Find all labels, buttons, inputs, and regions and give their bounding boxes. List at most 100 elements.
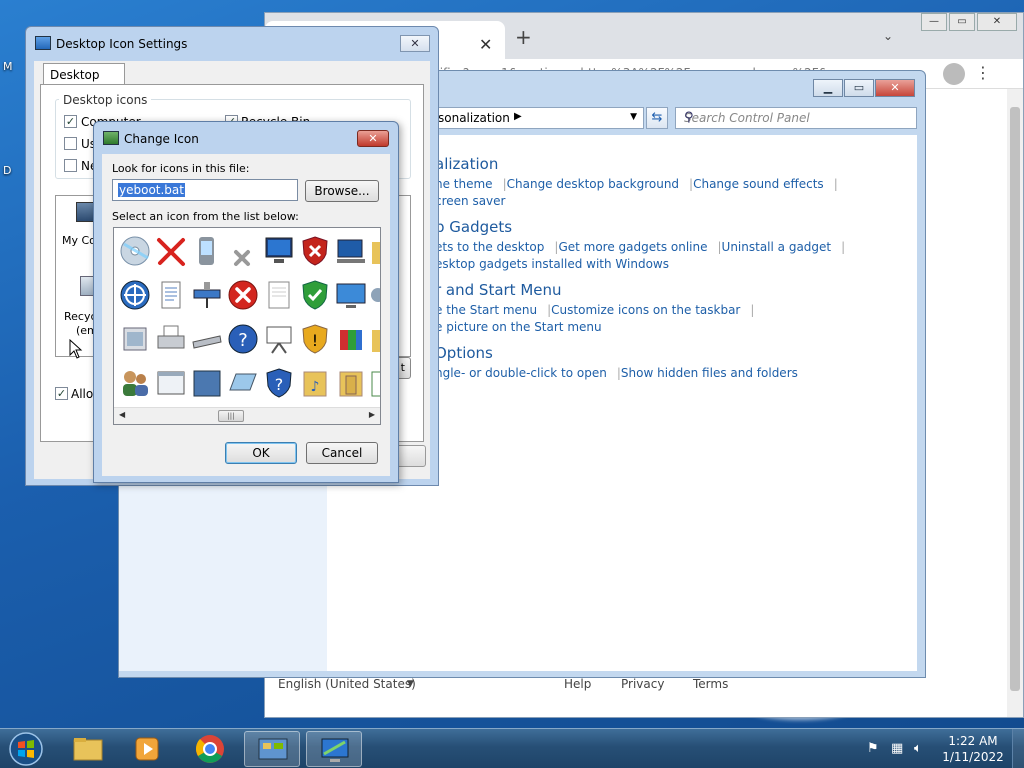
chevron-down-icon[interactable]: ▼ bbox=[407, 679, 414, 689]
navigation-icon[interactable] bbox=[118, 278, 152, 312]
minimize-icon[interactable]: ▁ bbox=[813, 79, 843, 97]
user-files-checkbox[interactable] bbox=[64, 137, 77, 150]
help-icon[interactable]: ? bbox=[226, 322, 260, 356]
browse-button[interactable]: Browse... bbox=[305, 180, 379, 202]
close-icon[interactable]: ✕ bbox=[977, 13, 1017, 31]
cancel-button[interactable]: Cancel bbox=[306, 442, 378, 464]
category-title[interactable]: alization bbox=[435, 155, 498, 173]
notes-icon[interactable] bbox=[370, 366, 381, 400]
link[interactable]: creen saver bbox=[435, 194, 505, 208]
tab-desktop-icons[interactable]: Desktop Icons bbox=[43, 63, 125, 96]
network-icon[interactable] bbox=[190, 278, 224, 312]
action-center-icon[interactable]: ⚑ bbox=[867, 741, 879, 756]
file-explorer-taskbar-button[interactable] bbox=[60, 731, 116, 767]
language-select[interactable]: English (United States) bbox=[278, 677, 416, 691]
chrome-taskbar-button[interactable] bbox=[182, 731, 238, 767]
media-player-taskbar-button[interactable] bbox=[120, 731, 176, 767]
window-icon[interactable] bbox=[154, 366, 188, 400]
maximize-icon[interactable]: ▭ bbox=[949, 13, 975, 31]
search-input[interactable]: Search Control Panel ⚲ bbox=[675, 107, 917, 129]
desktop-icon-settings-taskbar-button[interactable] bbox=[306, 731, 362, 767]
link[interactable]: he theme bbox=[435, 177, 493, 191]
show-desktop-button[interactable] bbox=[1012, 729, 1024, 768]
link[interactable]: e the Start menu bbox=[435, 303, 537, 317]
browser-scrollbar[interactable] bbox=[1007, 89, 1023, 717]
link[interactable]: Customize icons on the taskbar bbox=[551, 303, 740, 317]
volume-icon[interactable]: 🔈︎ bbox=[914, 741, 922, 756]
link[interactable]: Show hidden files and folders bbox=[621, 366, 798, 380]
privacy-link[interactable]: Privacy bbox=[621, 677, 664, 691]
control-panel-taskbar-button[interactable] bbox=[244, 731, 300, 767]
breadcrumb-item[interactable]: sonalization bbox=[438, 111, 510, 125]
printer-icon[interactable] bbox=[154, 322, 188, 356]
icon-grid[interactable]: ? ! ? ♪ bbox=[116, 230, 381, 404]
cd-icon[interactable] bbox=[118, 234, 152, 268]
link[interactable]: esktop gadgets installed with Windows bbox=[435, 257, 669, 271]
question-shield-icon[interactable]: ? bbox=[262, 366, 296, 400]
link[interactable]: ngle- or double-click to open bbox=[435, 366, 607, 380]
network-checkbox[interactable] bbox=[64, 159, 77, 172]
door-folder-icon[interactable] bbox=[334, 366, 368, 400]
new-tab-icon[interactable]: + bbox=[515, 25, 532, 49]
allow-themes-checkbox[interactable]: ✓ bbox=[55, 387, 68, 400]
red-shield-icon[interactable] bbox=[298, 234, 332, 268]
green-shield-icon[interactable] bbox=[298, 278, 332, 312]
scroll-left-icon[interactable]: ◀ bbox=[119, 410, 125, 419]
red-x-icon[interactable] bbox=[154, 234, 188, 268]
link[interactable]: Change sound effects bbox=[693, 177, 824, 191]
projector-icon[interactable] bbox=[262, 322, 296, 356]
search-icon[interactable]: ⚲ bbox=[684, 110, 910, 125]
document-icon[interactable] bbox=[154, 278, 188, 312]
folder-icon[interactable] bbox=[370, 234, 381, 268]
folder-blue-icon[interactable] bbox=[190, 366, 224, 400]
breadcrumb-arrow-icon[interactable]: ▶ bbox=[514, 111, 522, 122]
help-link[interactable]: Help bbox=[564, 677, 591, 691]
icon-list-scrollbar[interactable]: ◀ ||| ▶ bbox=[114, 407, 380, 424]
scanner-icon[interactable] bbox=[190, 322, 224, 356]
desktop-icon-label[interactable]: D bbox=[3, 164, 11, 177]
menu-kebab-icon[interactable]: ⋮ bbox=[975, 63, 991, 82]
category-title[interactable]: r and Start Menu bbox=[435, 281, 562, 299]
pda-icon[interactable] bbox=[190, 234, 224, 268]
display-icon[interactable] bbox=[334, 278, 368, 312]
terms-link[interactable]: Terms bbox=[693, 677, 728, 691]
icon-file-value[interactable]: yeboot.bat bbox=[118, 183, 185, 197]
error-icon[interactable] bbox=[226, 278, 260, 312]
blank-page-icon[interactable] bbox=[262, 278, 296, 312]
icon-file-input[interactable]: yeboot.bat bbox=[112, 179, 298, 201]
warning-shield-icon[interactable]: ! bbox=[298, 322, 332, 356]
folder-icon[interactable] bbox=[370, 322, 381, 356]
scrollbar-thumb[interactable] bbox=[1010, 107, 1020, 691]
monitor-icon[interactable] bbox=[262, 234, 296, 268]
computer-checkbox[interactable]: ✓ bbox=[64, 115, 77, 128]
network-computer-icon[interactable] bbox=[334, 234, 368, 268]
close-icon[interactable]: ✕ bbox=[357, 130, 389, 147]
desktop-icon-label[interactable]: M bbox=[3, 60, 13, 73]
music-folder-icon[interactable]: ♪ bbox=[298, 366, 332, 400]
link[interactable]: Get more gadgets online bbox=[558, 240, 707, 254]
start-button-icon[interactable] bbox=[4, 729, 48, 768]
gear-icon[interactable] bbox=[370, 278, 381, 312]
category-title[interactable]: Options bbox=[435, 344, 493, 362]
close-tab-icon[interactable]: ✕ bbox=[479, 35, 492, 54]
gray-x-icon[interactable] bbox=[226, 240, 260, 274]
tablet-icon[interactable] bbox=[226, 366, 260, 400]
maximize-icon[interactable]: ▭ bbox=[844, 79, 874, 97]
clock[interactable]: 1:22 AM 1/11/2022 bbox=[935, 733, 1011, 765]
link[interactable]: Uninstall a gadget bbox=[722, 240, 832, 254]
ok-button[interactable]: OK bbox=[225, 442, 297, 464]
refresh-icon[interactable]: ⇆ bbox=[646, 107, 668, 129]
users-icon[interactable] bbox=[118, 366, 152, 400]
link[interactable]: e picture on the Start menu bbox=[435, 320, 602, 334]
scrollbar-thumb[interactable]: ||| bbox=[218, 410, 244, 422]
link[interactable]: Change desktop background bbox=[507, 177, 679, 191]
minimize-icon[interactable]: — bbox=[921, 13, 947, 31]
scroll-right-icon[interactable]: ▶ bbox=[369, 410, 375, 419]
network-icon[interactable]: ▦ bbox=[891, 741, 903, 756]
link[interactable]: ets to the desktop bbox=[435, 240, 544, 254]
icon-list[interactable]: ? ! ? ♪ ◀ ||| ▶ bbox=[113, 227, 381, 425]
profile-avatar-icon[interactable] bbox=[943, 63, 965, 85]
close-icon[interactable]: ✕ bbox=[875, 79, 915, 97]
program-icon[interactable] bbox=[118, 322, 152, 356]
category-title[interactable]: p Gadgets bbox=[435, 218, 512, 236]
